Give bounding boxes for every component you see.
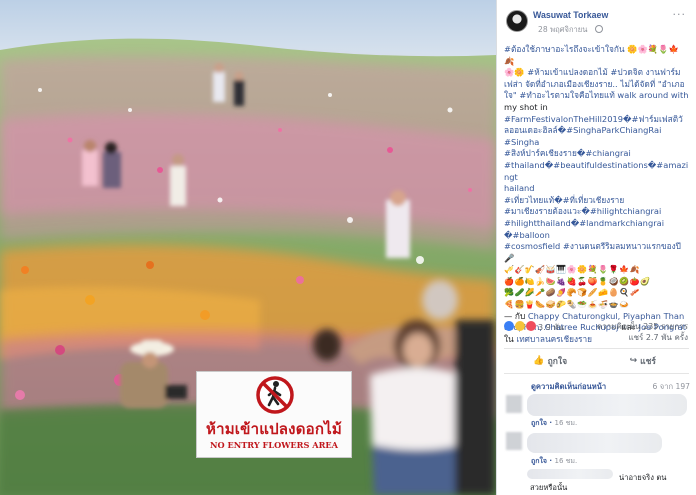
author-avatar[interactable] <box>506 10 528 32</box>
post-text-line[interactable]: #thailand�#beautifuldestinations�#amazin… <box>504 160 689 183</box>
emoji-line: 🍎🍊🍋🍌🍉🍇🍓🍒🍑🍍🥥🥝🍅🥑 <box>504 276 651 286</box>
post-text-line[interactable]: ลออนเดอะฮิลล์�#SinghaParkChiangRai <box>504 125 689 137</box>
post-text-line: my shot in <box>504 101 548 112</box>
post-panel: Wasuwat Torkaew 28 พฤศจิกายน ··· #ต้องใช… <box>496 0 696 495</box>
reactions-count[interactable]: 3.9 พัน <box>538 321 564 334</box>
commenter-avatar[interactable] <box>506 432 522 450</box>
emoji-line: 🎺🎸🎷🎻🥁🎹🌸🌼💐🌷🌹🍁🍂 <box>504 265 640 275</box>
post-date[interactable]: 28 พฤศจิกายน <box>538 24 587 36</box>
reaction-icons[interactable] <box>504 321 536 331</box>
comment-text-fragment: น่าอายจริง ตน <box>619 473 667 482</box>
post-text-line[interactable]: #มาเชียงรายต้องแวะ�#hilightchiangrai <box>504 206 689 218</box>
comment-bubble <box>527 394 687 416</box>
haha-reaction-icon <box>515 321 525 331</box>
like-button[interactable]: 👍 ถูกใจ <box>504 349 597 373</box>
post-body: #ต้องใช้ภาษาอะไรถึงจะเข้าใจกัน 🌼🌸💐🌷🍁🍂 🌸🌼 … <box>497 44 696 345</box>
no-pedestrian-icon <box>255 375 295 415</box>
comment-share-counts: ความคิดเห็น 235 รายการ แชร์ 2.7 พัน ครั้… <box>597 321 688 343</box>
sign-thai-text: ห้ามเข้าแปลงดอกไม้ <box>206 420 342 438</box>
post-photo[interactable]: ห้ามเข้าแปลงดอกไม้ NO ENTRY FLOWERS AREA <box>0 0 496 495</box>
comment-like-link[interactable]: ถูกใจ <box>531 457 547 465</box>
globe-icon <box>595 25 603 33</box>
like-reaction-icon <box>504 321 514 331</box>
share-button[interactable]: ↪ แชร์ <box>597 349 690 373</box>
comment-like-link[interactable]: ถูกใจ <box>531 419 547 427</box>
post-text-line[interactable]: #สิงห์ปาร์คเชียงราย�#chiangrai <box>504 148 689 160</box>
love-reaction-icon <box>526 321 536 331</box>
comment-time: 16 ชม. <box>554 457 578 465</box>
post-text-line[interactable]: ใจ" #ทำอะไรตามใจคือไทยแท้ walk around wi… <box>504 90 689 102</box>
post-text-line[interactable]: เฟส่า จัดที่อำเภอเมืองเชียงราย.. ไม่ได้จ… <box>504 79 689 91</box>
commenter-avatar[interactable] <box>506 395 522 413</box>
comment-pager: 6 จาก 197 <box>652 382 690 391</box>
ellipsis-icon[interactable]: ··· <box>673 8 687 21</box>
thumbs-up-icon: 👍 <box>533 356 545 366</box>
post-text-line[interactable]: #hilightthailand�#landmarkchiangrai <box>504 218 689 230</box>
comment-bubble <box>527 469 613 479</box>
comment-meta: ถูกใจ · 16 ชม. <box>531 457 578 465</box>
post-text-line[interactable]: 🌸🌼 #ห้ามเข้าแปลงดอกไม้ #ปวดจิต งานฟาร์ม <box>504 67 689 79</box>
view-more-comments-link[interactable]: ดูความคิดเห็นก่อนหน้า <box>531 381 606 393</box>
post-text-line[interactable]: #เที่ยวไทยแท้�#ที่เที่ยวเชียงราย <box>504 195 689 207</box>
share-button-label: แชร์ <box>640 357 656 367</box>
post-text-line[interactable]: �#balloon <box>504 230 689 242</box>
comment-bubble <box>527 433 662 453</box>
comment-meta: ถูกใจ · 16 ชม. <box>531 419 578 427</box>
post-text-line[interactable]: hailand <box>504 183 689 195</box>
post-actions: 👍 ถูกใจ ↪ แชร์ <box>504 348 689 374</box>
comments-count[interactable]: ความคิดเห็น 235 รายการ <box>597 321 688 332</box>
author-name[interactable]: Wasuwat Torkaew <box>533 10 608 20</box>
no-entry-sign: ห้ามเข้าแปลงดอกไม้ NO ENTRY FLOWERS AREA <box>196 371 352 458</box>
emoji-line: 🍕🍔🍟🌭🥪🌮🌯🥗🍝🍜🍲🍛 <box>504 300 630 310</box>
share-arrow-icon: ↪ <box>629 356 638 366</box>
post-text-line[interactable]: #FarmFestivalonTheHill2019�#ฟาร์มเฟสติวั <box>504 114 689 126</box>
shares-count[interactable]: แชร์ 2.7 พัน ครั้ง <box>597 332 688 343</box>
post-header: Wasuwat Torkaew 28 พฤศจิกายน ··· <box>497 0 696 44</box>
post-text-line[interactable]: #ต้องใช้ภาษาอะไรถึงจะเข้าใจกัน 🌼🌸💐🌷🍁🍂 <box>504 44 689 67</box>
like-button-label: ถูกใจ <box>547 357 568 367</box>
post-text-line[interactable]: #cosmosfield #งานดนตรีริมลมหนาวแรกของปี … <box>504 241 689 264</box>
emoji-line: 🥦🥒🌽🥕🥔🍠🥐🍞🥖🧀🥚🍳🥓 <box>504 288 640 298</box>
comment-time: 16 ชม. <box>554 419 578 427</box>
post-text-line[interactable]: #Singha <box>504 137 689 149</box>
sign-english-text: NO ENTRY FLOWERS AREA <box>210 440 338 450</box>
post-stats: 3.9 พัน ความคิดเห็น 235 รายการ แชร์ 2.7 … <box>497 317 696 345</box>
comment-text-fragment: สวยหรือนั้น <box>530 483 568 492</box>
